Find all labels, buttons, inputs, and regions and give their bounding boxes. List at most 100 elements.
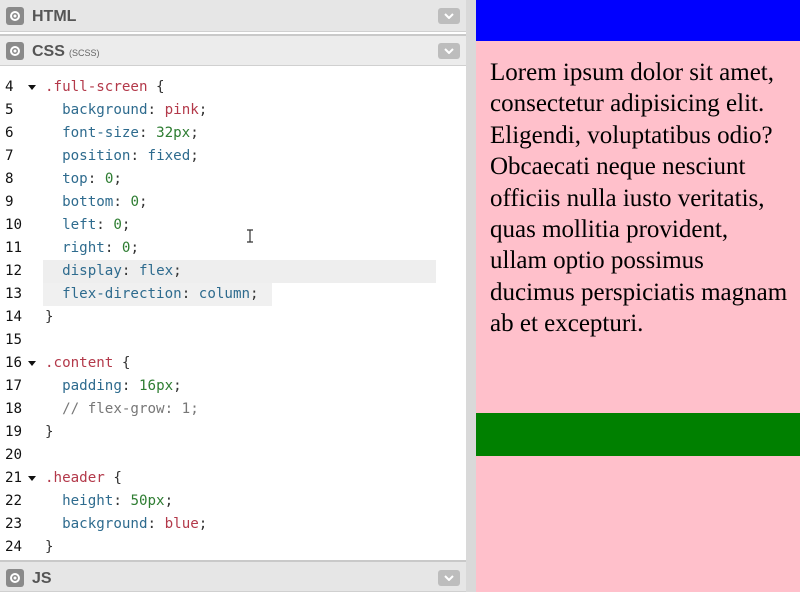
code-line[interactable]: 14}	[0, 306, 466, 329]
code-line[interactable]: 7 position: fixed;	[0, 145, 466, 168]
gear-icon[interactable]	[6, 42, 24, 60]
code-text: }	[45, 536, 54, 558]
code-token: ;	[130, 240, 139, 256]
code-text: left: 0;	[45, 214, 130, 237]
code-token: ;	[190, 125, 199, 141]
pane-resize-handle[interactable]	[466, 0, 476, 592]
html-panel-title: HTML	[32, 8, 77, 25]
code-line[interactable]: 21 .header {	[0, 467, 466, 490]
code-line[interactable]: 6 font-size: 32px;	[0, 122, 466, 145]
gear-icon[interactable]	[6, 7, 24, 25]
code-line[interactable]: 16 .content {	[0, 352, 466, 375]
css-code-area[interactable]: 4 .full-screen {5 background: pink; 6 font…	[0, 72, 466, 558]
caret-down-icon[interactable]	[28, 361, 36, 366]
code-token: :	[147, 516, 165, 532]
code-token: :	[121, 378, 139, 394]
code-token: :	[121, 263, 139, 279]
code-token: // flex-grow: 1;	[62, 401, 199, 417]
code-line[interactable]: 15	[0, 329, 466, 352]
code-line[interactable]: 23 background: blue;	[0, 513, 466, 536]
code-line[interactable]: 24}	[0, 536, 466, 558]
code-token: {	[147, 79, 165, 95]
js-panel-header[interactable]: JS	[0, 560, 466, 592]
code-token: :	[87, 171, 105, 187]
line-number: 17	[5, 378, 23, 394]
line-number: 9	[5, 194, 14, 210]
css-preprocessor-label: (SCSS)	[69, 48, 100, 58]
code-line[interactable]: 13 flex-direction: column;	[0, 283, 466, 306]
chevron-down-icon[interactable]	[438, 43, 460, 59]
code-token: .header	[45, 470, 105, 486]
line-number: 18	[5, 401, 23, 417]
line-number: 16	[5, 355, 23, 371]
code-token: background	[62, 516, 148, 532]
css-panel-title: CSS	[32, 43, 65, 60]
code-token: ;	[164, 493, 174, 509]
code-token: background	[62, 102, 148, 118]
code-token: :	[130, 148, 148, 164]
code-token: ;	[198, 516, 208, 532]
code-line[interactable]: 10 left: 0;	[0, 214, 466, 237]
code-line[interactable]: 11 right: 0;	[0, 237, 466, 260]
css-panel-header[interactable]: CSS (SCSS)	[0, 34, 466, 66]
line-number: 11	[5, 240, 23, 256]
code-token: 0	[113, 217, 122, 233]
code-line[interactable]: 19}	[0, 421, 466, 444]
code-text: }	[45, 306, 54, 329]
code-token: right	[62, 240, 105, 256]
line-number: 23	[5, 516, 23, 532]
code-text: .header {	[45, 467, 122, 490]
code-text: top: 0;	[45, 168, 122, 191]
line-number: 4	[5, 79, 14, 95]
code-token: column	[198, 286, 251, 302]
gear-icon[interactable]	[6, 569, 24, 587]
code-token: padding	[62, 378, 122, 394]
preview-footer-bar	[476, 413, 800, 456]
caret-down-icon[interactable]	[28, 476, 36, 481]
code-token: fixed	[147, 148, 191, 164]
code-token: ;	[173, 263, 182, 279]
code-token: {	[113, 355, 131, 371]
code-token: flex-direction	[62, 286, 182, 302]
code-token: blue	[164, 516, 199, 532]
text-cursor-icon	[246, 229, 254, 248]
code-line[interactable]: 9 bottom: 0;	[0, 191, 466, 214]
code-token: :	[147, 102, 165, 118]
line-number: 7	[5, 148, 14, 164]
code-line[interactable]: 8 top: 0;	[0, 168, 466, 191]
caret-down-icon[interactable]	[28, 85, 36, 90]
code-line[interactable]: 17 padding: 16px;	[0, 375, 466, 398]
code-token: ;	[138, 194, 148, 210]
code-line[interactable]: 4 .full-screen {	[0, 76, 466, 99]
code-token: 50px	[130, 493, 165, 509]
code-token: top	[62, 171, 88, 187]
code-token: display	[62, 263, 122, 279]
code-token: }	[45, 539, 54, 555]
code-token: ;	[198, 102, 208, 118]
code-text: .content {	[45, 352, 130, 375]
preview-content: Lorem ipsum dolor sit amet, consectetur …	[476, 41, 800, 413]
chevron-down-icon[interactable]	[438, 570, 460, 586]
code-token: ;	[250, 286, 259, 302]
line-number: 22	[5, 493, 23, 509]
code-line[interactable]: 5 background: pink;	[0, 99, 466, 122]
code-line[interactable]: 18 // flex-grow: 1;	[0, 398, 466, 421]
chevron-down-icon[interactable]	[438, 8, 460, 24]
code-token: :	[181, 286, 199, 302]
code-line[interactable]: 20	[0, 444, 466, 467]
line-number: 21	[5, 470, 23, 486]
code-line[interactable]: 12 display: flex;	[0, 260, 466, 283]
code-line[interactable]: 22 height: 50px;	[0, 490, 466, 513]
code-text: height: 50px;	[45, 490, 173, 513]
code-text: bottom: 0;	[45, 191, 148, 214]
code-token: bottom	[62, 194, 114, 210]
html-panel-header[interactable]: HTML	[0, 0, 466, 32]
